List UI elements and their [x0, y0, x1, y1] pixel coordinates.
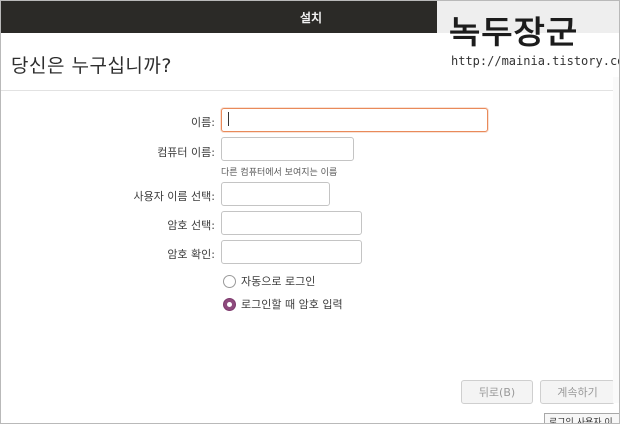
- computer-name-input[interactable]: [221, 137, 354, 161]
- password-label: 암호 선택:: [167, 219, 215, 232]
- auto-login-option[interactable]: 자동으로 로그인: [223, 273, 315, 289]
- window-title: 설치: [299, 10, 323, 25]
- watermark-title: 녹두장군: [449, 14, 579, 52]
- scrollbar[interactable]: [613, 77, 619, 403]
- back-button[interactable]: 뒤로(B): [461, 380, 533, 404]
- username-label: 사용자 이름 선택:: [133, 190, 215, 203]
- continue-button[interactable]: 계속하기: [540, 380, 615, 404]
- auto-login-radio[interactable]: [223, 274, 236, 288]
- tooltip: 로그인 사용자 이: [544, 413, 619, 423]
- text-caret: [228, 112, 229, 126]
- password-input[interactable]: [221, 211, 362, 235]
- watermark-url: http://mainia.tistory.com: [451, 54, 620, 68]
- watermark: 녹두장군 http://mainia.tistory.com: [437, 1, 619, 77]
- computer-name-hint: 다른 컴퓨터에서 보여지는 이름: [221, 168, 338, 178]
- name-input[interactable]: [221, 108, 488, 132]
- name-label: 이름:: [191, 116, 215, 129]
- installer-window: 설치 당신은 누구십니까? 녹두장군 http://mainia.tistory…: [0, 0, 620, 424]
- username-input[interactable]: [221, 182, 330, 206]
- password-login-radio[interactable]: [223, 297, 236, 311]
- page-title: 당신은 누구십니까?: [11, 55, 172, 77]
- password-confirm-input[interactable]: [221, 240, 362, 264]
- password-confirm-label: 암호 확인:: [167, 248, 215, 261]
- computer-name-label: 컴퓨터 이름:: [157, 146, 215, 159]
- auto-login-label: 자동으로 로그인: [241, 275, 316, 288]
- password-login-option[interactable]: 로그인할 때 암호 입력: [223, 296, 343, 312]
- password-login-label: 로그인할 때 암호 입력: [241, 298, 343, 311]
